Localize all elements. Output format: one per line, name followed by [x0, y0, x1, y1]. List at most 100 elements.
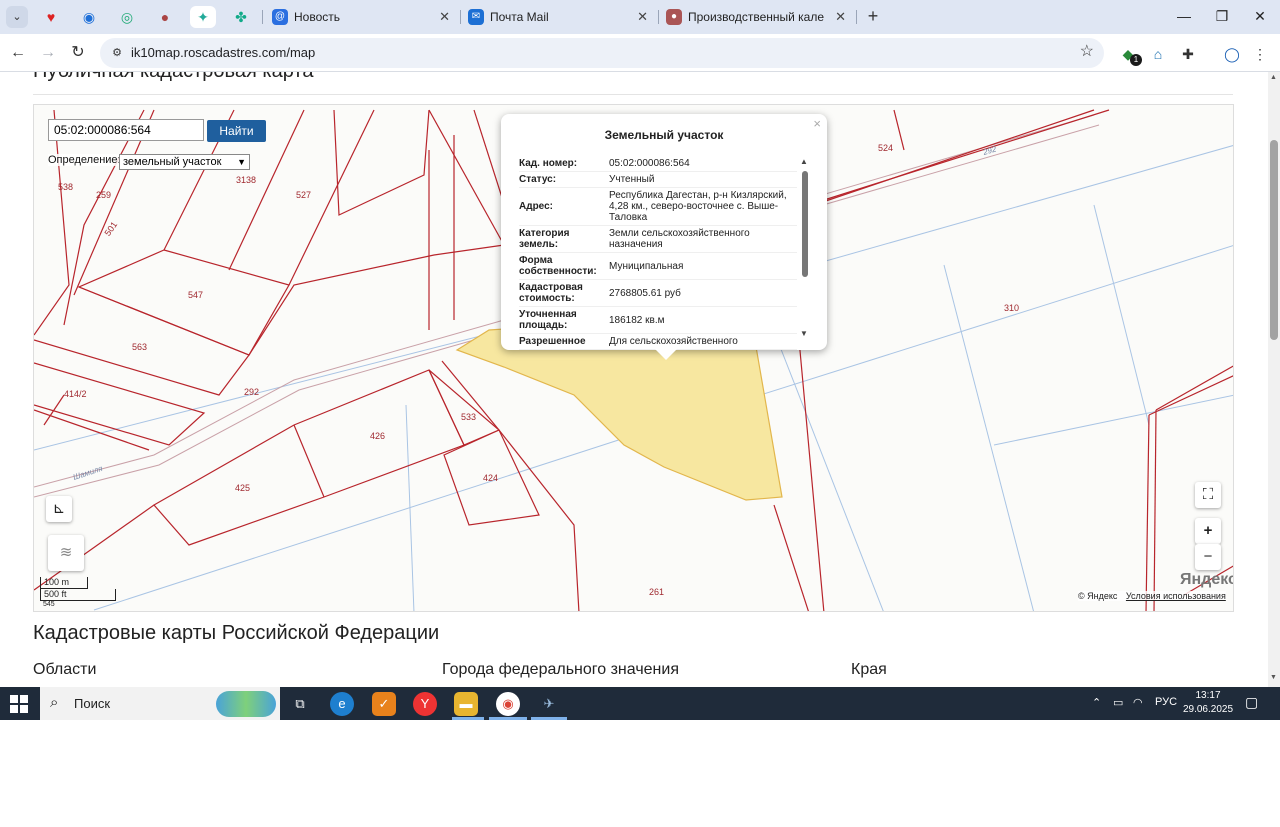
back-arrow-icon[interactable]: ←	[6, 41, 30, 65]
extensions-puzzle-icon[interactable]: ✚	[1178, 44, 1198, 64]
zoom-out-button[interactable]: −	[1195, 544, 1221, 570]
browser-menu-icon[interactable]: ⋮	[1250, 44, 1270, 64]
taskbar-search[interactable]: ⌕ Поиск	[40, 687, 280, 720]
pinned-tab-shield-icon[interactable]: ◎	[114, 6, 140, 28]
tab-close-icon[interactable]: ✕	[439, 4, 450, 30]
zoom-in-button[interactable]: +	[1195, 518, 1221, 544]
pinned-tab-app-icon[interactable]: ◉	[76, 6, 102, 28]
task-view-icon[interactable]: ⧉	[288, 692, 312, 716]
parcel-label: 527	[296, 190, 311, 200]
cadastral-search-input[interactable]: 05:02:000086:564	[48, 119, 204, 141]
popup-scrollbar-thumb[interactable]	[802, 171, 808, 277]
edge-browser-icon[interactable]: e	[330, 692, 354, 716]
new-tab-button[interactable]: +	[862, 5, 884, 27]
popup-row-value: Для сельскохозяйственного	[609, 336, 738, 347]
popup-row-value: Муниципальная	[609, 260, 684, 272]
popup-row: Адрес: Республика Дагестан, р-н Кизлярски…	[519, 188, 797, 226]
address-url[interactable]: ik10map.roscadastres.com/map	[131, 38, 315, 68]
wifi-icon[interactable]: ◠	[1133, 696, 1143, 709]
pinned-tab-leaf-icon[interactable]: ✤	[228, 6, 254, 28]
popup-rows[interactable]: Кад. номер: 05:02:000086:564 Статус: Учтен…	[519, 156, 797, 350]
popup-row-key: Статус:	[519, 174, 557, 185]
parcel-label: 310	[1004, 303, 1019, 313]
pinned-tab-map-icon[interactable]: ✦	[190, 6, 216, 28]
popup-row-key: Кадастровая стоимость:	[519, 282, 583, 304]
tab-separator	[262, 10, 263, 24]
yandex-browser-icon[interactable]: Y	[413, 692, 437, 716]
layers-icon[interactable]: ≋	[48, 535, 84, 571]
tray-device-icon[interactable]: ▭	[1113, 696, 1123, 709]
file-explorer-icon[interactable]: ▬	[454, 692, 478, 716]
notifications-icon[interactable]: ▢	[1245, 694, 1258, 711]
popup-row: Разрешенное Для сельскохозяйственного	[519, 334, 797, 350]
ruler-icon[interactable]: ⊾	[46, 496, 72, 522]
heading-divider	[33, 94, 1233, 95]
parcel-label: 547	[188, 290, 203, 300]
language-indicator[interactable]: РУС	[1155, 696, 1177, 708]
map-copyright: © Яндекс Условия использования	[1078, 591, 1226, 601]
section-title: Кадастровые карты Российской Федерации	[33, 622, 440, 644]
page-scrollbar-thumb[interactable]	[1270, 140, 1278, 340]
parcel-label: 563	[132, 342, 147, 352]
maximize-icon[interactable]: ❐	[1202, 2, 1242, 30]
reload-icon[interactable]: ↻	[66, 41, 90, 65]
parcel-label: 292	[244, 387, 259, 397]
address-bar[interactable]: ⚙ ik10map.roscadastres.com/map ☆	[100, 38, 1104, 68]
profile-avatar-icon[interactable]: ◯	[1222, 44, 1242, 64]
tray-expand-icon[interactable]: ⌃	[1092, 696, 1101, 709]
app-shortcut-icon[interactable]: ✈	[537, 692, 561, 716]
taskbar: ⌕ Поиск ⧉ e ✓ Y ▬ ◉ ✈ ⌃ ▭ ◠ РУС 13:17 29…	[0, 687, 1280, 720]
map-scale: 100 m 500 ft 545	[40, 577, 116, 608]
scale-extra: 545	[43, 601, 55, 608]
taskbar-clock[interactable]: 13:17 29.06.2025	[1180, 689, 1236, 717]
parcel-label: 524	[878, 143, 893, 153]
parcel-label: 538	[58, 182, 73, 192]
chrome-browser-icon[interactable]: ◉	[496, 692, 520, 716]
minimize-icon[interactable]: —	[1164, 2, 1204, 30]
forward-arrow-icon[interactable]: →	[36, 41, 60, 65]
terms-link[interactable]: Условия использования	[1126, 591, 1226, 601]
search-highlight-image	[216, 691, 276, 717]
yandex-logo: Яндекс	[1180, 571, 1234, 588]
tab-calendar-title: Производственный календарь	[688, 10, 824, 24]
scroll-up-icon[interactable]: ▲	[800, 157, 808, 166]
scroll-down-icon[interactable]: ▼	[1270, 674, 1277, 681]
column-title-regions: Области	[33, 661, 97, 678]
tab-search-button[interactable]: ⌄	[6, 6, 28, 28]
extension-home-icon[interactable]: ⌂	[1148, 44, 1168, 64]
scroll-down-icon[interactable]: ▼	[800, 329, 808, 338]
site-info-icon[interactable]: ⚙	[108, 44, 126, 62]
parcel-label: 261	[649, 587, 664, 597]
clock-time: 13:17	[1195, 690, 1221, 701]
tab-mail[interactable]: ✉ Почта Mail ✕	[462, 4, 656, 30]
tab-separator	[658, 10, 659, 24]
parcel-label: 533	[461, 412, 476, 422]
column-title-cities: Города федерального значения	[442, 661, 679, 678]
tab-close-icon[interactable]: ✕	[835, 4, 846, 30]
tab-calendar[interactable]: ● Производственный календарь ✕	[660, 4, 854, 30]
fullscreen-icon[interactable]: ⛶	[1195, 482, 1221, 508]
popup-row: Кад. номер: 05:02:000086:564	[519, 156, 797, 172]
tab-news-title: Новость	[294, 10, 341, 24]
cadastral-map[interactable]: 538 259 3138 527 501 547 563 414/2 292 5…	[33, 104, 1234, 612]
scroll-up-icon[interactable]: ▲	[1270, 74, 1277, 81]
pinned-tab-avatar-icon[interactable]: ●	[152, 6, 178, 28]
todo-app-icon[interactable]: ✓	[372, 692, 396, 716]
page-scrollbar[interactable]: ▲ ▼	[1268, 72, 1280, 687]
windows-start-icon[interactable]	[10, 695, 28, 713]
tab-news[interactable]: @ Новость ✕	[266, 4, 458, 30]
extension-shield-icon[interactable]: ◆ 1	[1118, 44, 1142, 66]
close-window-icon[interactable]: ✕	[1240, 2, 1280, 30]
popup-pointer	[655, 349, 677, 360]
bookmark-star-icon[interactable]: ☆	[1080, 41, 1094, 61]
definition-select-value: земельный участок	[123, 156, 222, 168]
popup-row: Статус: Учтенный	[519, 172, 797, 188]
definition-select[interactable]: земельный участок ▼	[119, 154, 250, 170]
popup-row: Уточненная площадь: 186182 кв.м	[519, 307, 797, 334]
popup-scrollbar[interactable]: ▲ ▼	[800, 157, 808, 338]
tab-close-icon[interactable]: ✕	[637, 4, 648, 30]
popup-row-key: Форма собственности:	[519, 255, 597, 277]
search-button[interactable]: Найти	[207, 120, 266, 142]
pinned-tab-heart-icon[interactable]: ♥	[38, 6, 64, 28]
tab-mail-title: Почта Mail	[490, 10, 549, 24]
